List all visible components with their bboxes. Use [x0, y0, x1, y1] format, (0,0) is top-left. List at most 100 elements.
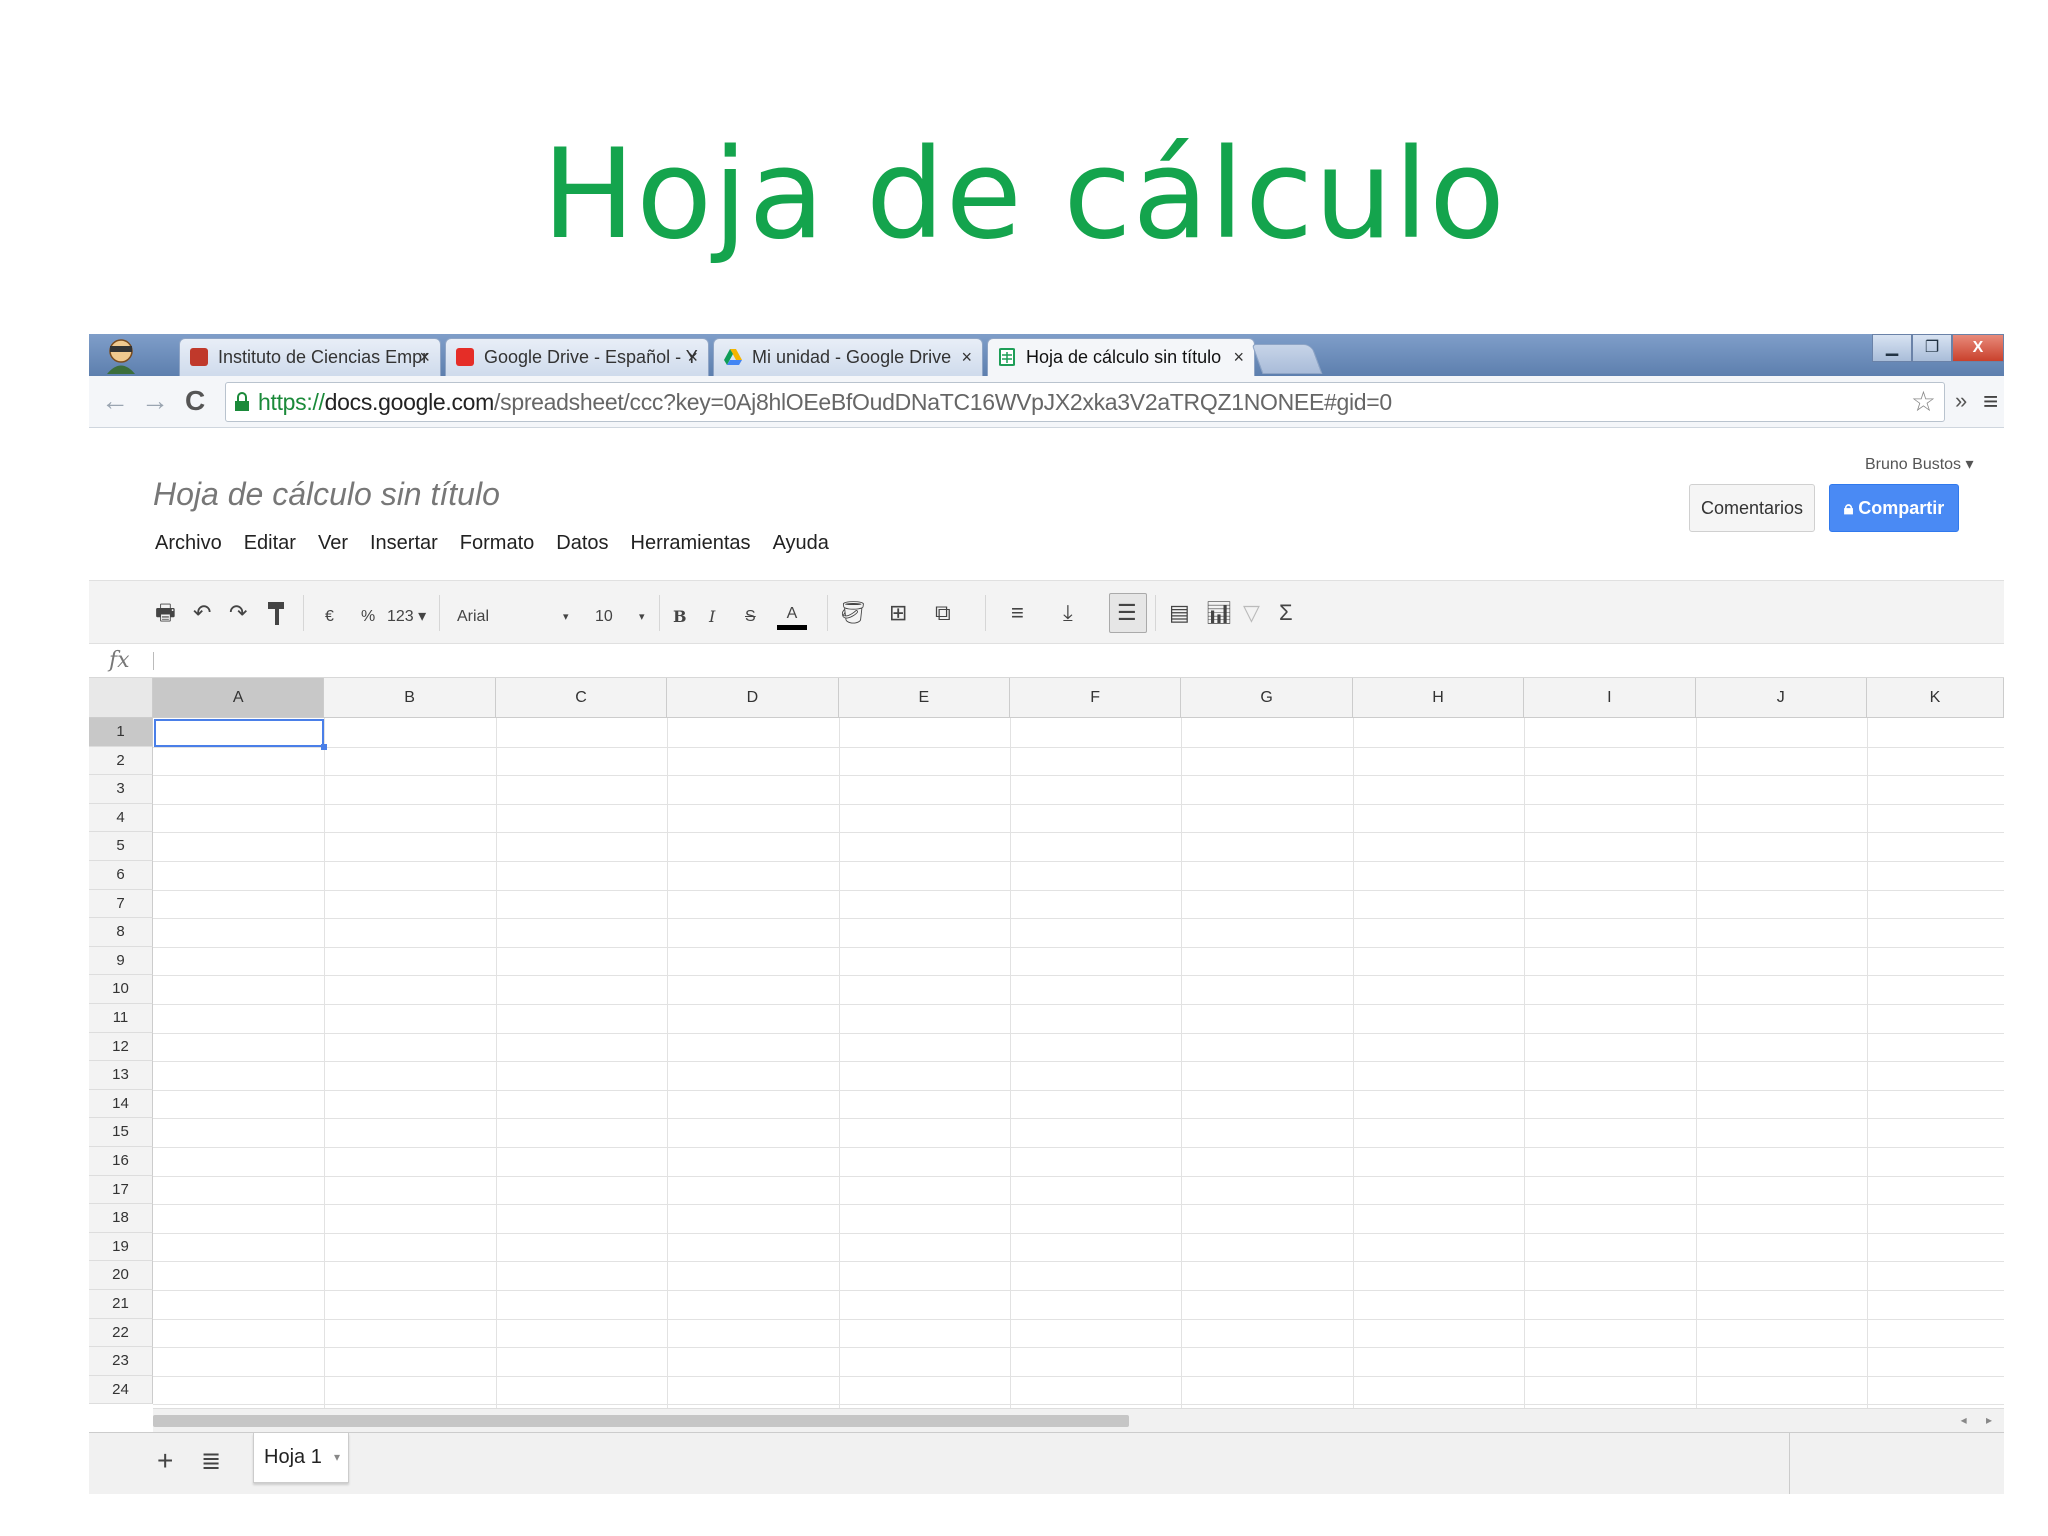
browser-tab[interactable]: Mi unidad - Google Drive ×: [713, 338, 983, 376]
browser-tab-active[interactable]: Hoja de cálculo sin título ×: [987, 338, 1255, 376]
share-button[interactable]: 🔒︎ Compartir: [1829, 484, 1959, 532]
row-header[interactable]: 4: [89, 803, 153, 833]
column-header[interactable]: A: [153, 678, 325, 718]
column-header[interactable]: B: [324, 678, 496, 718]
row-header[interactable]: 12: [89, 1032, 153, 1062]
row-header[interactable]: 22: [89, 1318, 153, 1348]
row-header[interactable]: 11: [89, 1004, 153, 1033]
insert-comment-icon[interactable]: ▤: [1169, 599, 1190, 627]
browser-tab[interactable]: Google Drive - Español - Y ×: [445, 338, 709, 376]
select-all-corner[interactable]: [89, 678, 153, 718]
column-header[interactable]: D: [667, 678, 839, 718]
print-icon[interactable]: 🖶︎: [155, 599, 176, 627]
text-color-button[interactable]: A: [777, 603, 807, 630]
paint-format-icon[interactable]: [267, 601, 287, 627]
menu-datos[interactable]: Datos: [556, 532, 608, 562]
fill-color-icon[interactable]: 🪣︎: [839, 599, 867, 627]
selected-cell[interactable]: [154, 719, 327, 750]
font-family-dropdown[interactable]: Arial ▾: [457, 603, 577, 631]
percent-format-button[interactable]: %: [361, 603, 375, 631]
strikethrough-button[interactable]: S: [745, 603, 756, 631]
browser-tab[interactable]: Instituto de Ciencias Empr ×: [179, 338, 441, 376]
close-tab-icon[interactable]: ×: [687, 339, 698, 375]
close-tab-icon[interactable]: ×: [419, 339, 430, 375]
column-header[interactable]: E: [838, 678, 1010, 718]
font-size-dropdown[interactable]: 10 ▾: [595, 603, 649, 631]
forward-icon[interactable]: →: [141, 386, 169, 416]
bookmark-star-icon[interactable]: ☆: [1911, 387, 1936, 417]
scrollbar-thumb[interactable]: [153, 1415, 1129, 1427]
row-header[interactable]: 10: [89, 975, 153, 1004]
menu-formato[interactable]: Formato: [460, 532, 534, 562]
spreadsheet-grid[interactable]: A B C D E F G H I J K 1 2 3 4 5 6 7 8 9 10 11 12 13 14 15 16 17 18 19…: [89, 678, 2004, 1414]
reload-icon[interactable]: C: [185, 386, 205, 416]
new-tab-button[interactable]: [1251, 344, 1323, 374]
filter-icon[interactable]: ▽: [1243, 599, 1260, 627]
browser-menu-icon[interactable]: ≡: [1983, 386, 1998, 417]
borders-icon[interactable]: ⊞: [889, 599, 907, 627]
row-header[interactable]: 24: [89, 1375, 153, 1405]
menu-archivo[interactable]: Archivo: [155, 532, 222, 562]
address-bar[interactable]: https://docs.google.com/spreadsheet/ccc?…: [225, 382, 1945, 422]
italic-button[interactable]: I: [709, 603, 715, 631]
row-header[interactable]: 7: [89, 889, 153, 919]
extensions-overflow-icon[interactable]: »: [1955, 388, 1967, 414]
menu-insertar[interactable]: Insertar: [370, 532, 438, 562]
row-header[interactable]: 17: [89, 1175, 153, 1205]
sheet-tab[interactable]: Hoja 1 ▾: [253, 1433, 349, 1483]
merge-cells-icon[interactable]: ⧉: [935, 599, 951, 627]
redo-icon[interactable]: ↷: [229, 599, 247, 627]
user-avatar-icon[interactable]: [101, 337, 141, 374]
column-header[interactable]: K: [1867, 678, 2004, 718]
row-header[interactable]: 2: [89, 746, 153, 776]
row-header[interactable]: 18: [89, 1204, 153, 1233]
menu-ver[interactable]: Ver: [318, 532, 348, 562]
row-header[interactable]: 6: [89, 861, 153, 890]
chevron-down-icon[interactable]: ▾: [334, 1433, 340, 1481]
back-icon[interactable]: ←: [101, 386, 129, 416]
row-header[interactable]: 16: [89, 1147, 153, 1176]
row-header[interactable]: 8: [89, 918, 153, 947]
row-header[interactable]: 5: [89, 832, 153, 861]
insert-chart-icon[interactable]: 📊︎: [1205, 599, 1233, 627]
close-window-button[interactable]: X: [1952, 334, 2004, 362]
all-sheets-button[interactable]: ≣: [201, 1447, 221, 1476]
menu-herramientas[interactable]: Herramientas: [631, 532, 751, 562]
column-header[interactable]: F: [1010, 678, 1182, 718]
column-header[interactable]: G: [1181, 678, 1353, 718]
row-header[interactable]: 21: [89, 1290, 153, 1319]
menu-editar[interactable]: Editar: [244, 532, 296, 562]
comments-button[interactable]: Comentarios: [1689, 484, 1815, 532]
horizontal-scrollbar[interactable]: ◂ ▸: [153, 1408, 2004, 1432]
restore-button[interactable]: ❐: [1912, 334, 1952, 362]
close-tab-icon[interactable]: ×: [1233, 339, 1244, 375]
add-sheet-button[interactable]: +: [157, 1445, 173, 1477]
document-title[interactable]: Hoja de cálculo sin título: [153, 476, 500, 513]
row-header[interactable]: 1: [89, 718, 153, 747]
row-header[interactable]: 20: [89, 1261, 153, 1290]
horizontal-align-icon[interactable]: ≡: [1011, 599, 1024, 627]
row-header[interactable]: 13: [89, 1061, 153, 1090]
row-header[interactable]: 19: [89, 1232, 153, 1262]
account-menu[interactable]: Bruno Bustos ▾: [1865, 454, 1974, 474]
row-header[interactable]: 23: [89, 1347, 153, 1376]
column-header[interactable]: J: [1695, 678, 1867, 718]
close-tab-icon[interactable]: ×: [961, 339, 972, 375]
column-header[interactable]: C: [495, 678, 668, 718]
column-header[interactable]: H: [1352, 678, 1525, 718]
row-header[interactable]: 9: [89, 946, 153, 976]
vertical-align-icon[interactable]: ⤓: [1063, 599, 1073, 627]
undo-icon[interactable]: ↶: [193, 599, 211, 627]
bold-button[interactable]: B: [673, 603, 687, 631]
number-format-dropdown[interactable]: 123 ▾: [387, 603, 426, 631]
scroll-arrows-icon[interactable]: ◂ ▸: [1961, 1413, 2000, 1427]
currency-format-button[interactable]: €: [325, 603, 334, 631]
row-header[interactable]: 3: [89, 775, 153, 804]
minimize-button[interactable]: ▁: [1872, 334, 1912, 362]
row-header[interactable]: 14: [89, 1089, 153, 1119]
menu-ayuda[interactable]: Ayuda: [773, 532, 829, 562]
column-header[interactable]: I: [1524, 678, 1696, 718]
row-header[interactable]: 15: [89, 1118, 153, 1147]
formula-bar[interactable]: fx: [89, 644, 2004, 678]
functions-button[interactable]: Σ: [1279, 599, 1293, 627]
